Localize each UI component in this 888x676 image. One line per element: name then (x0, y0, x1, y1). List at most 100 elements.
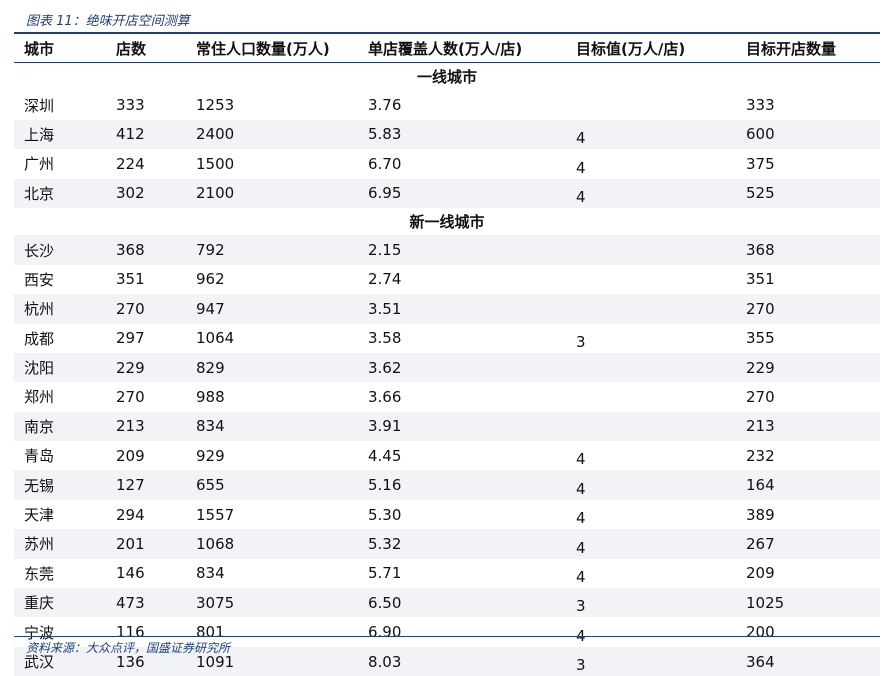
cell-target-stores: 389 (746, 505, 775, 524)
cell-city: 南京 (14, 411, 106, 442)
cell-city: 西安 (24, 270, 55, 289)
header-store-count: 店数 (106, 34, 186, 63)
cell-target-value (566, 382, 736, 411)
section-row: 新一线城市 (14, 208, 880, 235)
cell-target-stores: 368 (736, 235, 880, 265)
cell-store-count: 297 (116, 329, 145, 348)
table-row: 深圳 333 1253 3.76 333 (14, 90, 880, 119)
cell-coverage: 2.74 (368, 270, 402, 289)
table-row: 苏州 201 1068 5.32 4 267 (14, 529, 880, 559)
cell-target-stores: 229 (736, 352, 880, 383)
cell-target-stores: 213 (736, 411, 880, 442)
cell-target-stores: 200 (746, 623, 775, 642)
cell-target-value: 4 (576, 509, 586, 528)
cell-store-count: 146 (116, 564, 145, 583)
table-row: 长沙 368 792 2.15 368 (14, 235, 880, 265)
table-row: 重庆 473 3075 6.50 3 1025 (14, 588, 880, 618)
table-row: 北京 302 2100 6.95 4 525 (14, 178, 880, 208)
cell-store-count: 209 (116, 446, 145, 465)
cell-coverage: 2.15 (358, 235, 566, 265)
cell-population: 962 (196, 270, 225, 289)
cell-city: 广州 (24, 155, 55, 174)
cell-target-value: 3 (566, 646, 736, 676)
cell-population: 929 (196, 446, 225, 465)
cell-target-stores: 525 (736, 178, 880, 208)
cell-population: 834 (186, 411, 358, 442)
cell-store-count: 333 (116, 96, 145, 115)
cell-coverage: 3.76 (368, 96, 402, 115)
cell-target-value: 3 (566, 588, 736, 618)
figure-caption: 图表 11：绝味开店空间测算 (26, 14, 190, 29)
header-city: 城市 (14, 34, 106, 63)
cell-city: 杭州 (14, 294, 106, 324)
cell-target-stores: 270 (736, 294, 880, 324)
cell-store-count: 224 (116, 154, 145, 173)
table-row: 无锡 127 655 5.16 4 164 (14, 470, 880, 500)
bottom-rule (14, 636, 880, 637)
cell-target-stores: 164 (736, 470, 880, 500)
cell-city: 北京 (14, 178, 106, 208)
cell-target-stores: 600 (736, 119, 880, 150)
cell-population: 1500 (196, 154, 235, 173)
cell-city: 上海 (14, 119, 106, 150)
cell-city: 青岛 (24, 447, 55, 466)
cell-target-value (566, 265, 736, 294)
table-row: 杭州 270 947 3.51 270 (14, 294, 880, 324)
cell-target-value: 4 (566, 470, 736, 500)
cell-coverage: 3.58 (368, 329, 402, 348)
cell-target-stores: 209 (746, 564, 775, 583)
cell-store-count: 213 (106, 411, 186, 442)
cell-target-value: 4 (566, 119, 736, 150)
cell-target-value: 4 (576, 158, 586, 177)
cell-population: 655 (186, 470, 358, 500)
cell-coverage: 8.03 (358, 646, 566, 676)
cell-store-count: 229 (106, 352, 186, 383)
cell-population: 792 (186, 235, 358, 265)
table-body: 一线城市 深圳 333 1253 3.76 333 上海 412 2400 5.83 4 600 广州 2… (14, 63, 880, 676)
cell-target-value: 4 (566, 178, 736, 208)
cell-city: 沈阳 (14, 352, 106, 383)
cell-coverage: 6.70 (368, 154, 402, 173)
cell-target-stores: 364 (736, 646, 880, 676)
cell-city: 深圳 (24, 96, 55, 115)
cell-target-stores: 351 (746, 270, 775, 289)
cell-city: 无锡 (14, 470, 106, 500)
table-row: 西安 351 962 2.74 351 (14, 265, 880, 294)
cell-coverage: 5.71 (368, 564, 402, 583)
cell-store-count: 270 (106, 294, 186, 324)
cell-target-value: 4 (576, 568, 586, 587)
cell-store-count: 473 (106, 588, 186, 618)
table-row: 广州 224 1500 6.70 4 375 (14, 149, 880, 178)
table-row: 东莞 146 834 5.71 4 209 (14, 559, 880, 588)
table-row: 郑州 270 988 3.66 270 (14, 382, 880, 411)
cell-target-value (566, 235, 736, 265)
cell-target-stores: 375 (746, 154, 775, 173)
cell-coverage: 5.32 (358, 529, 566, 559)
cell-target-value (566, 352, 736, 383)
section-title: 一线城市 (416, 68, 477, 87)
table-row: 上海 412 2400 5.83 4 600 (14, 119, 880, 150)
cell-coverage: 4.45 (368, 446, 402, 465)
cell-city: 成都 (24, 329, 55, 348)
cell-coverage: 6.90 (368, 623, 402, 642)
cell-city: 长沙 (14, 235, 106, 265)
cell-store-count: 368 (106, 235, 186, 265)
header-target-value: 目标值(万人/店) (566, 34, 736, 63)
cell-target-value: 4 (576, 626, 586, 645)
cell-store-count: 201 (106, 529, 186, 559)
cell-coverage: 3.66 (368, 387, 402, 406)
cell-target-stores: 270 (746, 387, 775, 406)
header-row: 城市 店数 常住人口数量(万人) 单店覆盖人数(万人/店) 目标值(万人/店) … (14, 34, 880, 63)
cell-city: 东莞 (24, 564, 55, 583)
cell-target-value (566, 90, 736, 119)
cell-store-count: 294 (116, 505, 145, 524)
cell-coverage: 5.83 (358, 119, 566, 150)
cell-population: 2400 (186, 119, 358, 150)
cell-city: 重庆 (14, 588, 106, 618)
cell-population: 1068 (186, 529, 358, 559)
cell-population: 834 (196, 564, 225, 583)
cell-coverage: 5.30 (368, 505, 402, 524)
cell-coverage: 6.50 (358, 588, 566, 618)
header-target-stores: 目标开店数量 (736, 34, 880, 63)
cell-population: 1064 (196, 329, 235, 348)
